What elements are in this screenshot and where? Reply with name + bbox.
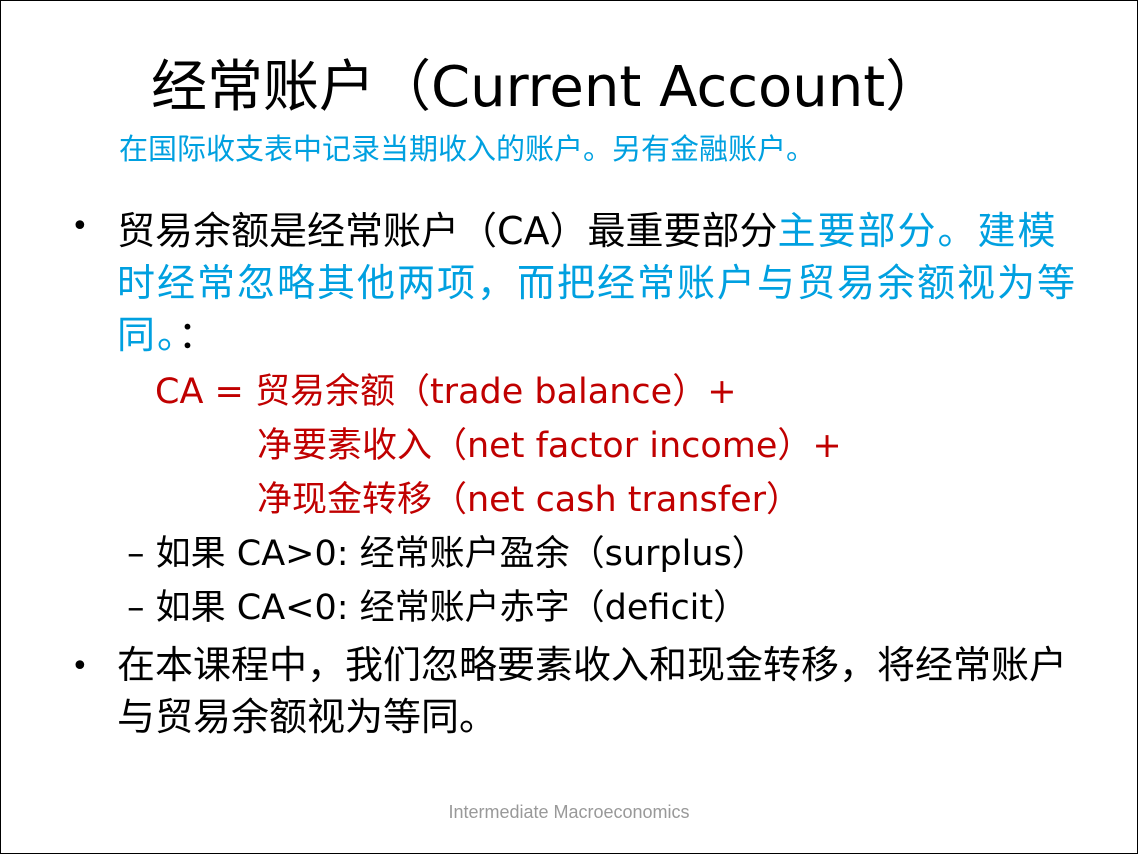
formula-line-1: CA = 贸易余额（trade balance）+ [155, 372, 737, 412]
formula-line-2: 净要素收入（net factor income）+ [257, 426, 842, 466]
bullet-suffix: ： [178, 313, 217, 357]
slide-footer: Intermediate Macroeconomics [448, 802, 690, 822]
bullet-dot: • [71, 209, 89, 244]
bullet-trade-balance: 贸易余额是经常账户（CA）最重要部分主要部分。建模时经常忽略其他两项，而把经常账… [117, 205, 1097, 361]
subbullet-surplus: – 如果 CA>0: 经常账户盈余（surplus） [127, 534, 767, 574]
subbullet-deficit: – 如果 CA<0: 经常账户赤字（deficit） [127, 588, 749, 628]
bullet-course-assumption: 在本课程中，我们忽略要素收入和现金转移，将经常账户与贸易余额视为等同。 [117, 643, 1068, 739]
slide-title: 经常账户（Current Account） [151, 55, 942, 120]
bullet-text: 贸易余额是经常账户（CA）最重要部分 [117, 209, 778, 253]
formula-line-3: 净现金转移（net cash transfer） [257, 480, 802, 520]
slide: 经常账户（Current Account） 在国际收支表中记录当期收入的账户。另… [0, 0, 1138, 854]
bullet-dot: • [71, 649, 89, 684]
slide-subtitle-note: 在国际收支表中记录当期收入的账户。另有金融账户。 [119, 132, 816, 166]
